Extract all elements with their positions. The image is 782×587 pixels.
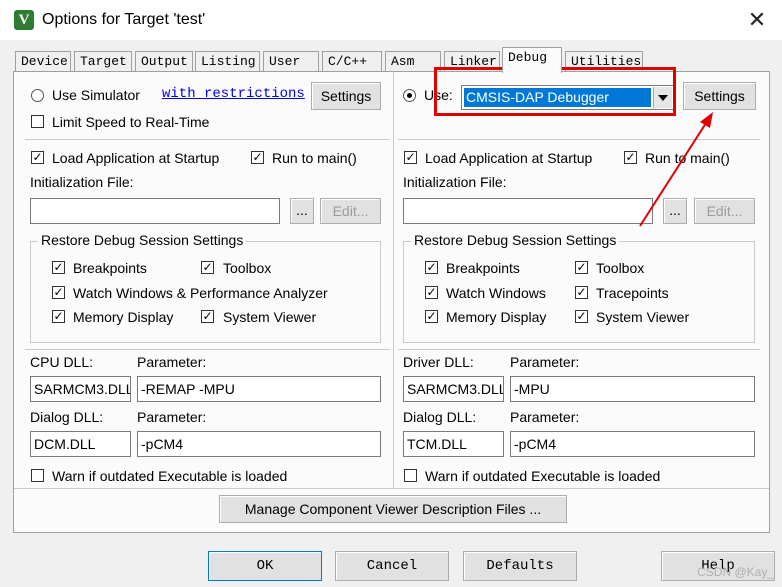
tab-debug[interactable]: Debug [502, 47, 562, 73]
watermark-text: CSDN @Kay_ [697, 565, 774, 579]
annotation-arrow-head [700, 112, 713, 128]
annotation-arrow-line [639, 119, 709, 227]
annotation-arrow [639, 112, 713, 227]
